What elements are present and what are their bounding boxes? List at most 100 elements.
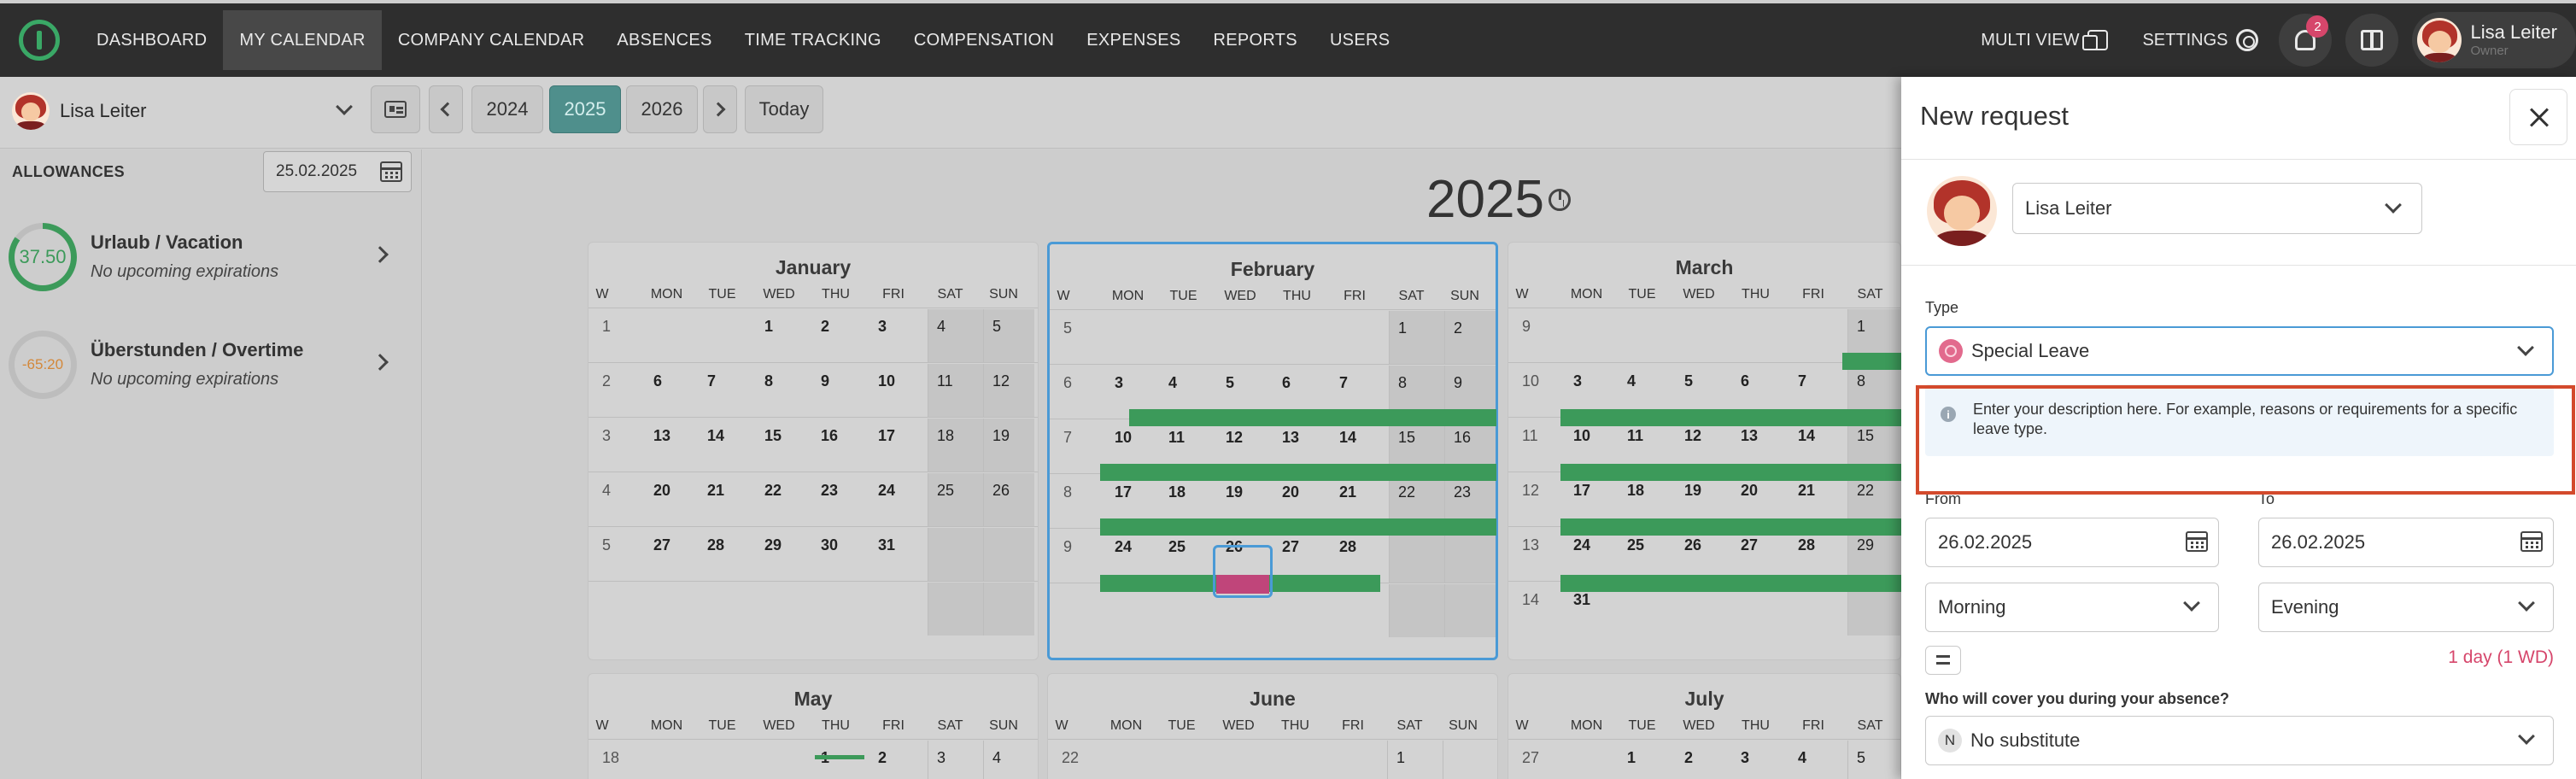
nav-item-reports[interactable]: REPORTS [1197,10,1314,70]
day-cell[interactable] [699,583,756,636]
day-cell[interactable] [699,741,756,779]
today-button[interactable]: Today [745,85,823,133]
day-cell[interactable]: 31 [869,528,928,581]
leave-bar[interactable] [1129,409,1496,426]
day-cell[interactable]: 27 [1732,528,1789,581]
cover-select[interactable]: N No substitute [1925,716,2554,765]
day-cell[interactable]: 10 [869,364,928,417]
day-cell[interactable] [1732,309,1789,362]
day-cell[interactable] [699,309,756,362]
day-cell[interactable]: 3 [1732,741,1789,779]
day-cell[interactable] [928,528,983,581]
multi-view-button[interactable]: MULTI VIEW [1981,30,2109,50]
user-select[interactable]: Lisa Leiter [12,89,357,133]
day-cell[interactable]: 21 [699,473,756,526]
prev-year-button[interactable] [429,85,463,133]
close-button[interactable] [2509,89,2567,145]
day-cell[interactable] [1565,309,1619,362]
day-cell[interactable] [1676,309,1732,362]
day-cell[interactable] [756,741,812,779]
day-cell[interactable] [983,583,1034,636]
to-date-input[interactable]: 26.02.2025 [2258,518,2554,567]
day-cell[interactable]: 28 [1789,528,1847,581]
next-year-button[interactable] [703,85,737,133]
day-cell[interactable]: 24 [869,473,928,526]
nav-item-my-calendar[interactable]: MY CALENDAR [223,10,382,70]
app-logo-icon[interactable] [19,20,60,61]
day-cell[interactable] [1329,741,1387,779]
day-cell[interactable]: 3 [928,741,983,779]
day-cell[interactable] [869,583,928,636]
day-cell[interactable]: 4 [928,309,983,362]
day-cell[interactable] [1331,584,1389,637]
day-cell[interactable]: 22 [756,473,812,526]
nav-item-users[interactable]: USERS [1314,10,1406,70]
day-cell[interactable] [1272,741,1329,779]
day-cell[interactable] [1619,309,1676,362]
day-cell[interactable]: 8 [756,364,812,417]
allowance-vacation[interactable]: 37.50 Urlaub / Vacation No upcoming expi… [9,223,410,300]
day-cell[interactable]: 25 [928,473,983,526]
day-cell[interactable]: 19 [983,419,1034,472]
day-cell[interactable]: 11 [928,364,983,417]
leave-bar[interactable] [1842,353,1901,370]
leave-bar[interactable] [1560,464,1901,481]
day-cell[interactable] [1565,741,1619,779]
day-cell[interactable]: 20 [645,473,699,526]
year-2025-button[interactable]: 2025 [549,85,621,133]
day-cell[interactable]: 15 [756,419,812,472]
day-cell[interactable]: 1 [756,309,812,362]
day-cell[interactable] [1789,309,1847,362]
leave-bar[interactable] [1100,518,1496,536]
year-2024-button[interactable]: 2024 [471,85,543,133]
settings-button[interactable]: SETTINGS [2142,29,2259,51]
day-cell[interactable] [1106,311,1160,364]
to-part-select[interactable]: Evening [2258,583,2554,632]
day-cell[interactable]: 9 [812,364,869,417]
from-part-select[interactable]: Morning [1925,583,2219,632]
user-menu[interactable]: Lisa Leiter Owner [2412,12,2576,68]
day-cell[interactable] [1106,584,1160,637]
day-cell[interactable] [645,583,699,636]
gift-button[interactable] [2345,14,2399,67]
day-cell[interactable] [1331,311,1389,364]
day-cell[interactable] [1444,530,1496,583]
day-cell[interactable]: 4 [983,741,1034,779]
day-cell[interactable] [1389,584,1444,637]
notifications-button[interactable]: 2 [2279,14,2333,67]
day-cell[interactable]: 18 [928,419,983,472]
day-cell[interactable]: 24 [1565,528,1619,581]
leave-bar[interactable] [1560,575,1901,592]
day-cell[interactable]: 27 [645,528,699,581]
day-cell[interactable]: 26 [1676,528,1732,581]
day-cell[interactable]: 14 [699,419,756,472]
profile-card-button[interactable] [371,85,420,133]
nav-item-time-tracking[interactable]: TIME TRACKING [729,10,898,70]
day-cell[interactable]: 2 [1444,311,1496,364]
day-cell[interactable]: 2 [869,741,928,779]
day-cell[interactable]: 1 [1619,741,1676,779]
request-user-select[interactable]: Lisa Leiter [2012,183,2422,234]
day-cell[interactable] [1444,584,1496,637]
day-cell[interactable]: 2 [1676,741,1732,779]
day-cell[interactable] [645,309,699,362]
day-cell[interactable]: 4 [1789,741,1847,779]
day-cell[interactable]: 2 [812,309,869,362]
pie-chart-icon[interactable] [1549,189,1571,211]
swap-icon[interactable] [1925,646,1961,675]
day-cell[interactable]: 13 [645,419,699,472]
day-cell[interactable]: 1 [1389,311,1444,364]
nav-item-absences[interactable]: ABSENCES [600,10,728,70]
day-cell[interactable] [1158,741,1215,779]
day-cell[interactable] [1215,741,1272,779]
day-cell[interactable]: 25 [1619,528,1676,581]
day-cell[interactable]: 6 [645,364,699,417]
day-cell[interactable] [812,583,869,636]
day-cell[interactable] [1443,741,1494,779]
day-cell[interactable] [1273,311,1331,364]
day-cell[interactable] [1160,311,1217,364]
from-date-input[interactable]: 26.02.2025 [1925,518,2219,567]
day-cell[interactable] [645,741,699,779]
nav-item-company-calendar[interactable]: COMPANY CALENDAR [382,10,601,70]
year-2026-button[interactable]: 2026 [626,85,698,133]
